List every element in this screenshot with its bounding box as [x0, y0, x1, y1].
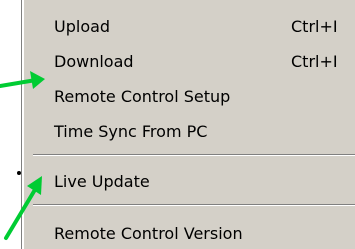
context-menu: Upload Ctrl+I Download Ctrl+I Remote Con… [22, 0, 355, 249]
cursor-dot [17, 171, 21, 175]
menu-item-time-sync-from-pc[interactable]: Time Sync From PC [23, 119, 355, 145]
menu-item-label: Live Update [54, 172, 150, 191]
menu-item-label: Time Sync From PC [54, 122, 208, 141]
menu-item-remote-control-setup[interactable]: Remote Control Setup [23, 84, 355, 110]
menu-item-shortcut: Ctrl+I [291, 52, 338, 71]
menu-item-label: Download [54, 52, 134, 71]
menu-item-label: Remote Control Version [54, 224, 243, 243]
menu-item-label: Upload [54, 17, 111, 36]
menu-item-shortcut: Ctrl+I [291, 17, 338, 36]
menu-item-label: Remote Control Setup [54, 87, 231, 106]
menu-separator [33, 204, 355, 206]
menu-item-live-update[interactable]: Live Update [23, 169, 355, 195]
menu-item-upload[interactable]: Upload Ctrl+I [23, 14, 355, 40]
menu-item-download[interactable]: Download Ctrl+I [23, 49, 355, 75]
menu-item-remote-control-version[interactable]: Remote Control Version [23, 221, 355, 247]
menu-separator [33, 154, 355, 156]
